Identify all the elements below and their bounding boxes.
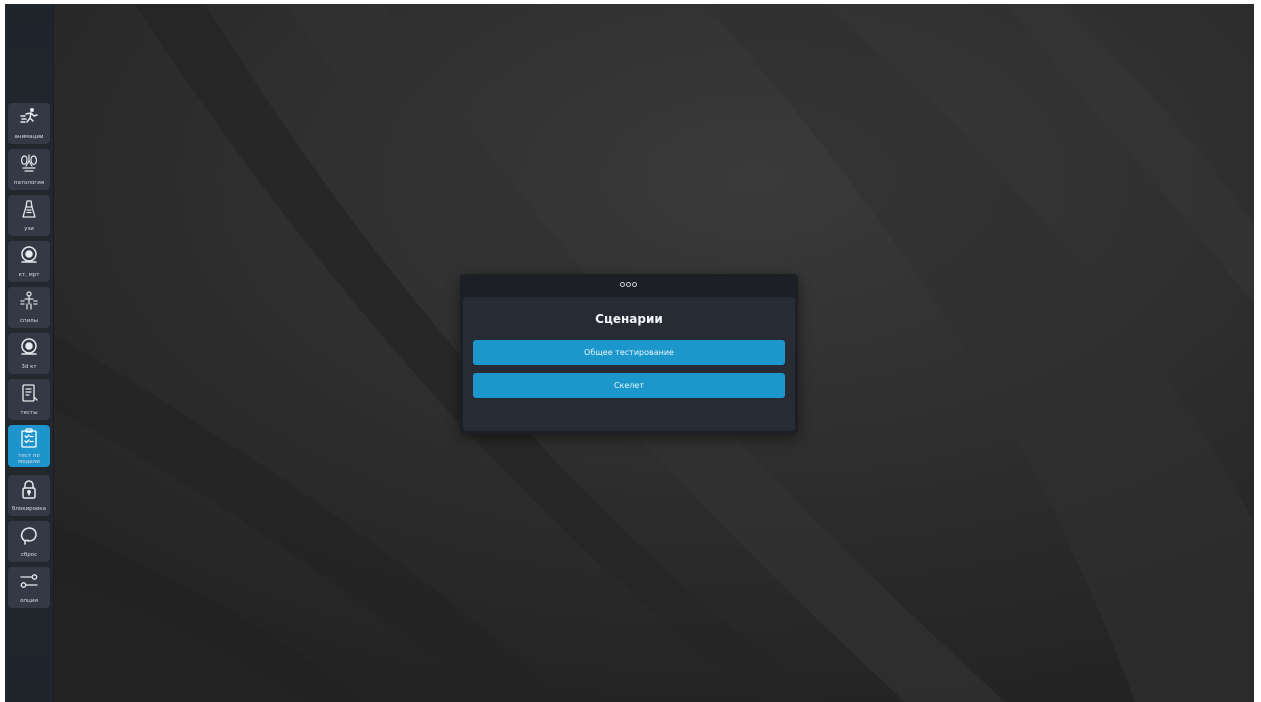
dialog-body: Сценарии Общее тестирование Скелет — [463, 297, 795, 431]
ct-3d-icon — [19, 337, 39, 357]
app-window: анимации патология узи кт, мрт спилы 3d … — [5, 4, 1254, 702]
sidebar-item-label: блокировка — [12, 506, 46, 512]
sidebar-item-label: узи — [24, 226, 34, 232]
sidebar-item-pathology[interactable]: патология — [8, 149, 50, 190]
sidebar-item-tests[interactable]: тесты — [8, 379, 50, 420]
general-testing-button[interactable]: Общее тестирование — [473, 340, 785, 365]
sidebar-item-slices[interactable]: спилы — [8, 287, 50, 328]
organs-icon — [19, 153, 39, 173]
ct-scanner-icon — [19, 245, 39, 265]
sidebar-item-label: 3d кт — [21, 364, 37, 370]
clipboard-check-icon — [19, 428, 39, 448]
drag-dot-icon — [632, 282, 637, 287]
sidebar-item-3d-ct[interactable]: 3d кт — [8, 333, 50, 374]
sidebar-item-label: сброс — [20, 552, 38, 558]
sidebar-item-animations[interactable]: анимации — [8, 103, 50, 144]
running-person-icon — [19, 107, 39, 127]
sidebar-item-ct-mri[interactable]: кт, мрт — [8, 241, 50, 282]
lock-icon — [19, 479, 39, 499]
dialog-title: Сценарии — [595, 312, 663, 326]
sidebar-item-label: патология — [13, 180, 45, 186]
sidebar-item-label: опции — [20, 598, 38, 604]
sidebar-item-label: кт, мрт — [18, 272, 40, 278]
sidebar-item-lock[interactable]: блокировка — [8, 475, 50, 516]
test-book-icon — [19, 383, 39, 403]
sidebar-item-label: тесты — [20, 410, 38, 416]
sidebar-item-reset[interactable]: сброс — [8, 521, 50, 562]
skeleton-button[interactable]: Скелет — [473, 373, 785, 398]
sidebar-item-options[interactable]: опции — [8, 567, 50, 608]
scenarios-dialog: Сценарии Общее тестирование Скелет — [460, 274, 798, 434]
sidebar-item-label: анимации — [14, 134, 44, 140]
body-slices-icon — [19, 291, 39, 311]
reset-icon — [19, 525, 39, 545]
sidebar: анимации патология узи кт, мрт спилы 3d … — [5, 4, 54, 702]
sidebar-item-ultrasound[interactable]: узи — [8, 195, 50, 236]
dialog-drag-handle[interactable] — [460, 274, 798, 296]
sidebar-item-model-test[interactable]: тест по модели — [8, 425, 50, 467]
sidebar-item-label: спилы — [19, 318, 39, 324]
drag-dot-icon — [620, 282, 625, 287]
sidebar-item-label: тест по модели — [18, 453, 40, 465]
sliders-icon — [19, 571, 39, 591]
drag-dot-icon — [626, 282, 631, 287]
ultrasound-probe-icon — [19, 199, 39, 219]
